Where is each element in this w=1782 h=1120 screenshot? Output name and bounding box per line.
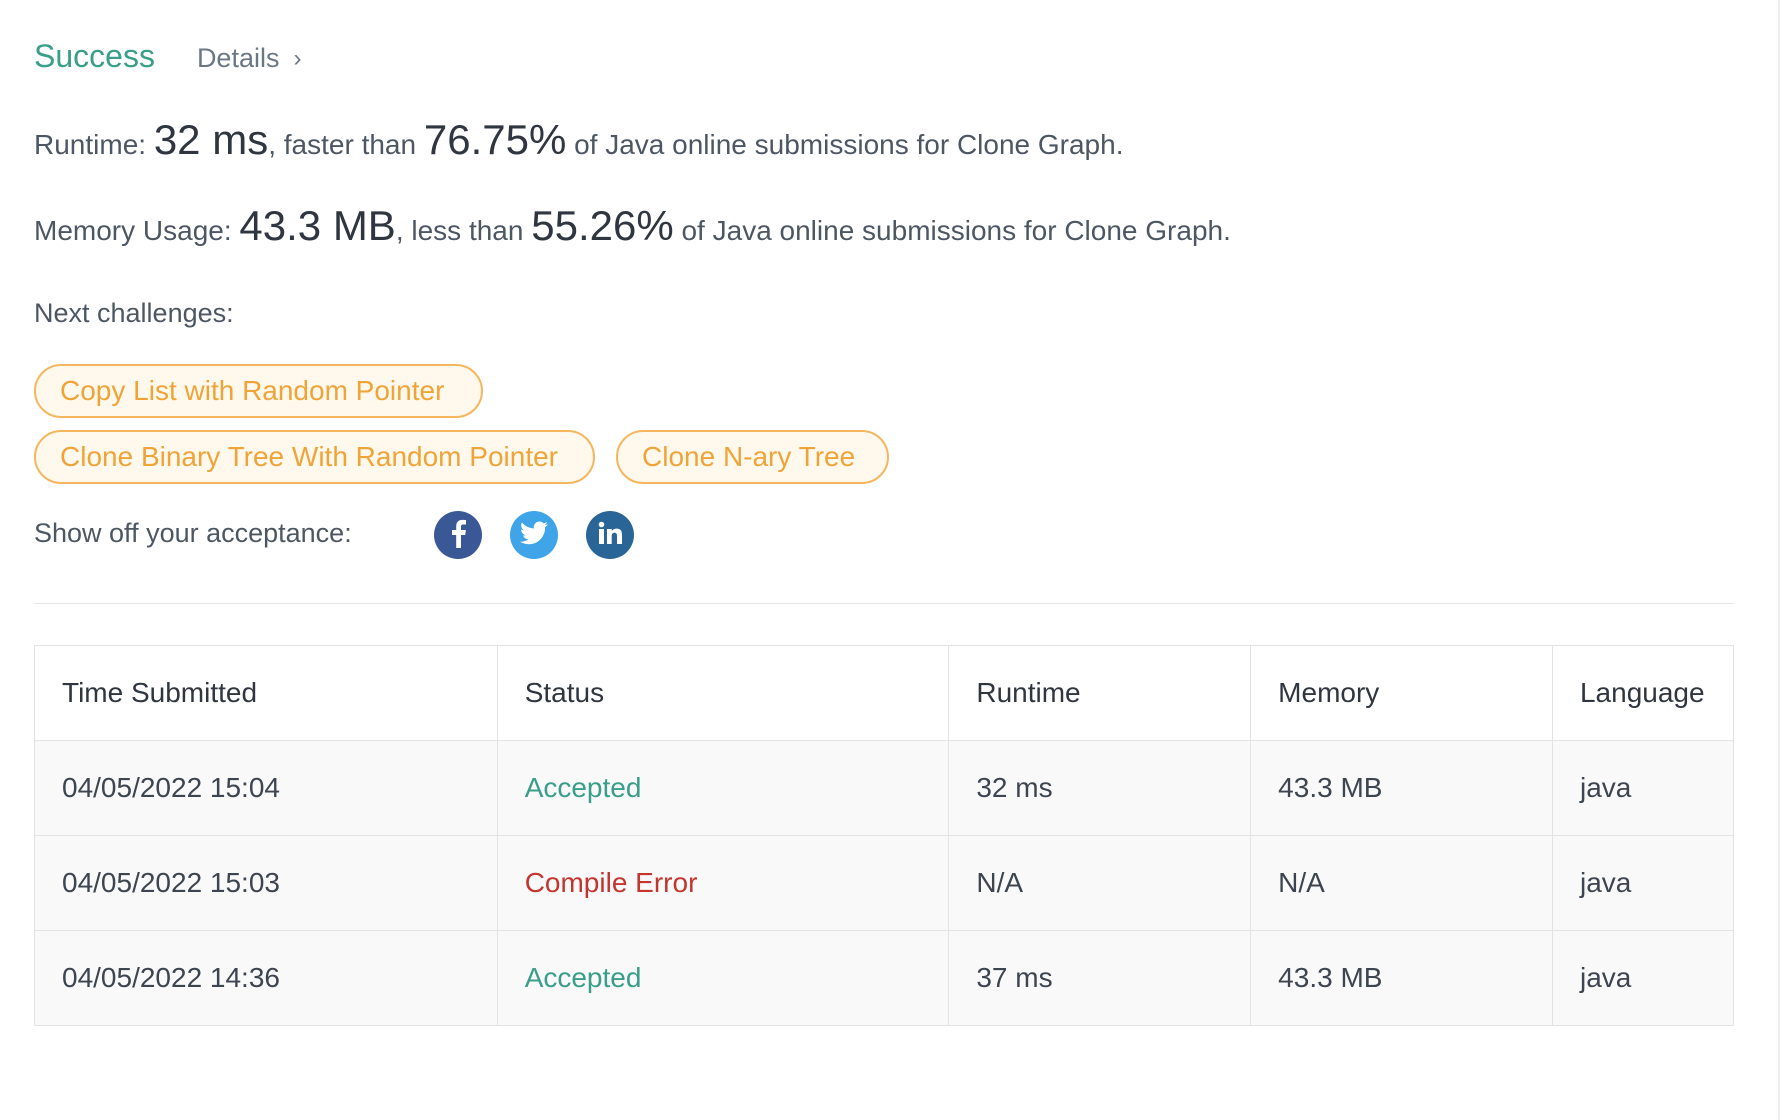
details-link[interactable]: Details › [197,43,302,74]
column-header-time: Time Submitted [34,645,498,741]
table-row: 04/05/2022 14:36 Accepted 37 ms 43.3 MB … [34,930,1735,1026]
column-header-language: Language [1551,645,1735,741]
cell-status-link[interactable]: Compile Error [496,835,950,931]
share-label: Show off your acceptance: [34,518,352,548]
cell-time: 04/05/2022 15:04 [34,740,498,836]
submission-result-page: Success Details › Runtime: 32 ms, faster… [0,0,1782,1120]
memory-label: Memory Usage: [34,215,232,246]
cell-time: 04/05/2022 14:36 [34,930,498,1026]
runtime-label: Runtime: [34,129,147,160]
memory-comparison: , less than [395,215,524,246]
details-label: Details [196,43,280,73]
column-header-memory: Memory [1250,645,1553,741]
memory-percent: 55.26% [531,202,674,249]
column-header-runtime: Runtime [948,645,1252,741]
runtime-suffix: of Java online submissions for Clone Gra… [574,129,1124,160]
linkedin-icon [598,521,622,550]
challenge-chip[interactable]: Clone Binary Tree With Random Pointer [34,430,595,484]
runtime-stat: Runtime: 32 ms, faster than 76.75% of Ja… [34,116,1123,164]
challenge-chip[interactable]: Clone N-ary Tree [616,430,889,484]
cell-memory: 43.3 MB [1250,930,1553,1026]
linkedin-share-button[interactable] [586,511,634,559]
memory-stat: Memory Usage: 43.3 MB, less than 55.26% … [34,202,1231,250]
submissions-table: Time Submitted Status Runtime Memory Lan… [34,645,1735,1026]
result-status: Success [34,38,155,74]
cell-memory: N/A [1250,835,1553,931]
cell-status-link[interactable]: Accepted [496,930,950,1026]
twitter-icon [520,520,548,550]
scrollbar-edge [1778,0,1780,1120]
facebook-share-button[interactable] [434,511,482,559]
cell-memory: 43.3 MB [1250,740,1553,836]
cell-language: java [1551,930,1735,1026]
runtime-percent: 76.75% [423,116,567,163]
table-row: 04/05/2022 15:03 Compile Error N/A N/A j… [34,835,1735,931]
facebook-icon [449,518,467,553]
cell-runtime: 32 ms [948,740,1252,836]
memory-suffix: of Java online submissions for Clone Gra… [681,215,1231,246]
twitter-share-button[interactable] [510,511,558,559]
result-header: Success Details › [34,38,301,75]
table-row: 04/05/2022 15:04 Accepted 32 ms 43.3 MB … [34,740,1735,836]
challenge-chip[interactable]: Copy List with Random Pointer [34,364,483,418]
memory-value: 43.3 MB [239,202,396,249]
next-challenges-label: Next challenges: [34,298,234,328]
section-divider [34,603,1734,604]
runtime-value: 32 ms [153,116,269,163]
table-header-row: Time Submitted Status Runtime Memory Lan… [34,645,1735,741]
cell-time: 04/05/2022 15:03 [34,835,498,931]
cell-runtime: N/A [948,835,1252,931]
cell-status-link[interactable]: Accepted [496,740,950,836]
column-header-status: Status [496,645,950,741]
cell-runtime: 37 ms [948,930,1252,1026]
cell-language: java [1551,835,1735,931]
cell-language: java [1551,740,1735,836]
runtime-comparison: , faster than [268,129,417,160]
chevron-right-icon: › [293,44,302,72]
